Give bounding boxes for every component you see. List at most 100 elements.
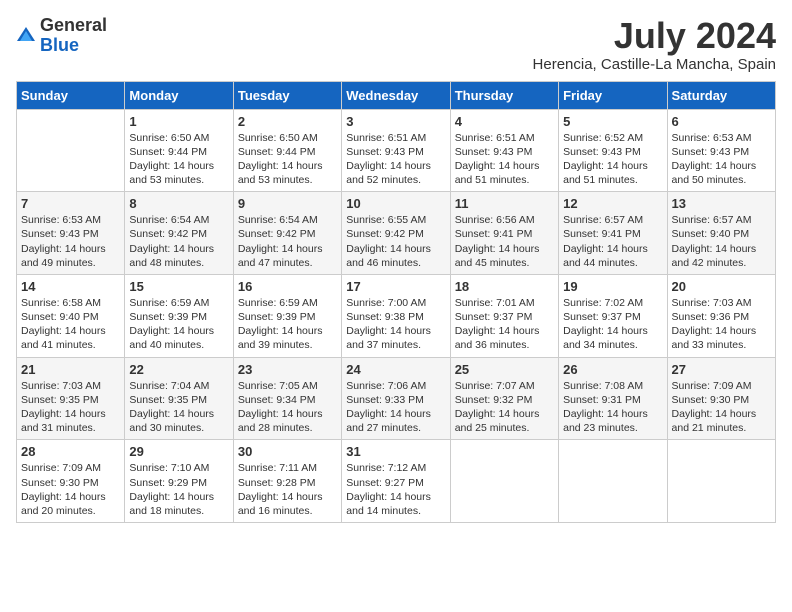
day-number: 25	[455, 362, 554, 377]
day-info: Sunrise: 7:03 AM Sunset: 9:35 PM Dayligh…	[21, 379, 120, 436]
day-cell: 14 Sunrise: 6:58 AM Sunset: 9:40 PM Dayli…	[17, 274, 125, 357]
day-info: Sunrise: 7:07 AM Sunset: 9:32 PM Dayligh…	[455, 379, 554, 436]
day-number: 28	[21, 444, 120, 459]
day-number: 19	[563, 279, 662, 294]
day-cell: 21 Sunrise: 7:03 AM Sunset: 9:35 PM Dayli…	[17, 357, 125, 440]
day-number: 6	[672, 114, 771, 129]
day-number: 2	[238, 114, 337, 129]
day-number: 3	[346, 114, 445, 129]
weekday-header-sunday: Sunday	[17, 81, 125, 109]
day-number: 17	[346, 279, 445, 294]
day-number: 30	[238, 444, 337, 459]
day-info: Sunrise: 6:53 AM Sunset: 9:43 PM Dayligh…	[672, 131, 771, 188]
day-info: Sunrise: 6:57 AM Sunset: 9:41 PM Dayligh…	[563, 213, 662, 270]
day-cell	[559, 440, 667, 523]
day-number: 22	[129, 362, 228, 377]
day-cell: 29 Sunrise: 7:10 AM Sunset: 9:29 PM Dayli…	[125, 440, 233, 523]
day-cell: 24 Sunrise: 7:06 AM Sunset: 9:33 PM Dayli…	[342, 357, 450, 440]
day-number: 18	[455, 279, 554, 294]
day-number: 5	[563, 114, 662, 129]
calendar-table: SundayMondayTuesdayWednesdayThursdayFrid…	[16, 81, 776, 523]
day-info: Sunrise: 7:01 AM Sunset: 9:37 PM Dayligh…	[455, 296, 554, 353]
day-info: Sunrise: 6:55 AM Sunset: 9:42 PM Dayligh…	[346, 213, 445, 270]
day-number: 26	[563, 362, 662, 377]
day-number: 16	[238, 279, 337, 294]
day-info: Sunrise: 7:09 AM Sunset: 9:30 PM Dayligh…	[672, 379, 771, 436]
day-cell: 3 Sunrise: 6:51 AM Sunset: 9:43 PM Daylig…	[342, 109, 450, 192]
day-info: Sunrise: 6:51 AM Sunset: 9:43 PM Dayligh…	[346, 131, 445, 188]
logo: General Blue	[16, 16, 107, 56]
week-row-5: 28 Sunrise: 7:09 AM Sunset: 9:30 PM Dayli…	[17, 440, 776, 523]
day-number: 12	[563, 196, 662, 211]
day-number: 15	[129, 279, 228, 294]
day-number: 27	[672, 362, 771, 377]
weekday-header-thursday: Thursday	[450, 81, 558, 109]
day-info: Sunrise: 6:57 AM Sunset: 9:40 PM Dayligh…	[672, 213, 771, 270]
day-info: Sunrise: 6:52 AM Sunset: 9:43 PM Dayligh…	[563, 131, 662, 188]
day-cell	[667, 440, 775, 523]
day-number: 23	[238, 362, 337, 377]
day-cell: 20Sunrise: 7:03 AM Sunset: 9:36 PM Dayli…	[667, 274, 775, 357]
day-cell: 10 Sunrise: 6:55 AM Sunset: 9:42 PM Dayli…	[342, 192, 450, 275]
day-info: Sunrise: 7:04 AM Sunset: 9:35 PM Dayligh…	[129, 379, 228, 436]
day-info: Sunrise: 7:11 AM Sunset: 9:28 PM Dayligh…	[238, 461, 337, 518]
day-number: 11	[455, 196, 554, 211]
day-cell: 7 Sunrise: 6:53 AM Sunset: 9:43 PM Daylig…	[17, 192, 125, 275]
logo-general: General	[40, 15, 107, 35]
location-title: Herencia, Castille-La Mancha, Spain	[533, 56, 776, 73]
day-cell: 16 Sunrise: 6:59 AM Sunset: 9:39 PM Dayli…	[233, 274, 341, 357]
day-number: 8	[129, 196, 228, 211]
day-cell	[450, 440, 558, 523]
day-cell: 31 Sunrise: 7:12 AM Sunset: 9:27 PM Dayli…	[342, 440, 450, 523]
day-info: Sunrise: 7:12 AM Sunset: 9:27 PM Dayligh…	[346, 461, 445, 518]
day-number: 24	[346, 362, 445, 377]
day-cell: 27 Sunrise: 7:09 AM Sunset: 9:30 PM Dayli…	[667, 357, 775, 440]
month-title: July 2024	[533, 16, 776, 56]
day-info: Sunrise: 6:50 AM Sunset: 9:44 PM Dayligh…	[238, 131, 337, 188]
day-info: Sunrise: 6:51 AM Sunset: 9:43 PM Dayligh…	[455, 131, 554, 188]
day-info: Sunrise: 7:02 AM Sunset: 9:37 PM Dayligh…	[563, 296, 662, 353]
day-info: Sunrise: 6:53 AM Sunset: 9:43 PM Dayligh…	[21, 213, 120, 270]
day-info: Sunrise: 7:00 AM Sunset: 9:38 PM Dayligh…	[346, 296, 445, 353]
day-info: Sunrise: 7:03 AM Sunset: 9:36 PM Dayligh…	[672, 296, 771, 353]
day-cell	[17, 109, 125, 192]
week-row-1: 1 Sunrise: 6:50 AM Sunset: 9:44 PM Daylig…	[17, 109, 776, 192]
weekday-header-tuesday: Tuesday	[233, 81, 341, 109]
day-number: 29	[129, 444, 228, 459]
logo-text: General Blue	[40, 16, 107, 56]
weekday-header-monday: Monday	[125, 81, 233, 109]
day-info: Sunrise: 7:10 AM Sunset: 9:29 PM Dayligh…	[129, 461, 228, 518]
day-cell: 22 Sunrise: 7:04 AM Sunset: 9:35 PM Dayli…	[125, 357, 233, 440]
day-info: Sunrise: 7:08 AM Sunset: 9:31 PM Dayligh…	[563, 379, 662, 436]
day-number: 9	[238, 196, 337, 211]
day-info: Sunrise: 6:56 AM Sunset: 9:41 PM Dayligh…	[455, 213, 554, 270]
day-cell: 28 Sunrise: 7:09 AM Sunset: 9:30 PM Dayli…	[17, 440, 125, 523]
day-info: Sunrise: 6:50 AM Sunset: 9:44 PM Dayligh…	[129, 131, 228, 188]
day-info: Sunrise: 6:59 AM Sunset: 9:39 PM Dayligh…	[238, 296, 337, 353]
day-cell: 18 Sunrise: 7:01 AM Sunset: 9:37 PM Dayli…	[450, 274, 558, 357]
day-number: 10	[346, 196, 445, 211]
day-number: 1	[129, 114, 228, 129]
day-cell: 19 Sunrise: 7:02 AM Sunset: 9:37 PM Dayli…	[559, 274, 667, 357]
week-row-3: 14 Sunrise: 6:58 AM Sunset: 9:40 PM Dayli…	[17, 274, 776, 357]
day-info: Sunrise: 7:06 AM Sunset: 9:33 PM Dayligh…	[346, 379, 445, 436]
day-cell: 25 Sunrise: 7:07 AM Sunset: 9:32 PM Dayli…	[450, 357, 558, 440]
day-number: 31	[346, 444, 445, 459]
day-number: 4	[455, 114, 554, 129]
day-cell: 8 Sunrise: 6:54 AM Sunset: 9:42 PM Daylig…	[125, 192, 233, 275]
day-number: 7	[21, 196, 120, 211]
day-cell: 17 Sunrise: 7:00 AM Sunset: 9:38 PM Dayli…	[342, 274, 450, 357]
logo-blue: Blue	[40, 35, 79, 55]
day-cell: 4 Sunrise: 6:51 AM Sunset: 9:43 PM Daylig…	[450, 109, 558, 192]
weekday-header-saturday: Saturday	[667, 81, 775, 109]
title-area: July 2024 Herencia, Castille-La Mancha, …	[533, 16, 776, 73]
day-number: 21	[21, 362, 120, 377]
day-info: Sunrise: 6:58 AM Sunset: 9:40 PM Dayligh…	[21, 296, 120, 353]
day-info: Sunrise: 6:54 AM Sunset: 9:42 PM Dayligh…	[129, 213, 228, 270]
week-row-2: 7 Sunrise: 6:53 AM Sunset: 9:43 PM Daylig…	[17, 192, 776, 275]
day-number: 13	[672, 196, 771, 211]
day-number: 14	[21, 279, 120, 294]
day-info: Sunrise: 7:09 AM Sunset: 9:30 PM Dayligh…	[21, 461, 120, 518]
day-cell: 23Sunrise: 7:05 AM Sunset: 9:34 PM Dayli…	[233, 357, 341, 440]
day-cell: 6 Sunrise: 6:53 AM Sunset: 9:43 PM Daylig…	[667, 109, 775, 192]
